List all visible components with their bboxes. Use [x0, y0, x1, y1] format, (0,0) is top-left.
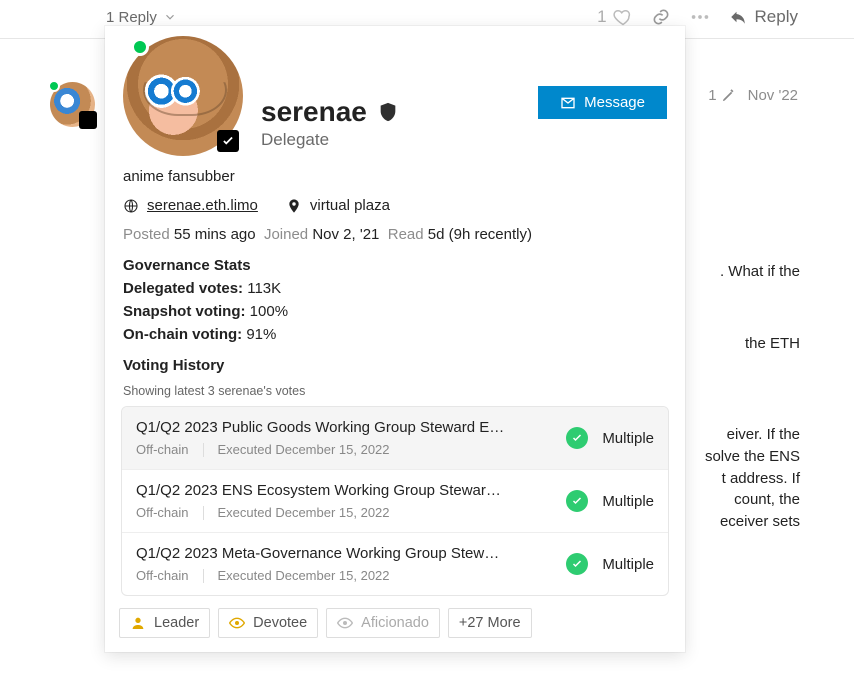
- vote-title: Q1/Q2 2023 Meta-Governance Working Group…: [136, 545, 506, 562]
- badge-more[interactable]: +27 More: [448, 608, 532, 638]
- like-count: 1: [597, 7, 606, 27]
- profile-bio: anime fansubber: [123, 168, 667, 185]
- vote-row[interactable]: Q1/Q2 2023 ENS Ecosystem Working Group S…: [122, 469, 668, 532]
- share-link-button[interactable]: [651, 7, 671, 27]
- vote-type: Multiple: [602, 556, 654, 573]
- post-date[interactable]: Nov '22: [748, 87, 798, 104]
- vote-title: Q1/Q2 2023 Public Goods Working Group St…: [136, 419, 506, 436]
- vote-status: Executed December 15, 2022: [218, 505, 390, 520]
- replies-label: 1 Reply: [106, 9, 157, 26]
- joined-label: Joined: [264, 226, 308, 243]
- user-icon: [130, 615, 146, 631]
- reply-label: Reply: [755, 7, 798, 27]
- vote-row[interactable]: Q1/Q2 2023 Public Goods Working Group St…: [122, 407, 668, 469]
- message-label: Message: [584, 94, 645, 111]
- badge-aficionado[interactable]: Aficionado: [326, 608, 440, 638]
- badge-label: Leader: [154, 615, 199, 631]
- divider: [203, 443, 204, 457]
- message-button[interactable]: Message: [538, 86, 667, 119]
- globe-icon: [123, 198, 139, 214]
- link-icon: [651, 7, 671, 27]
- eye-icon: [229, 615, 245, 631]
- stat-delegated: Delegated votes: 113K: [123, 280, 667, 297]
- like-button[interactable]: 1: [597, 7, 632, 27]
- stat-onchain: On-chain voting: 91%: [123, 326, 667, 343]
- profile-website-link[interactable]: serenae.eth.limo: [147, 197, 258, 214]
- vote-title: Q1/Q2 2023 ENS Ecosystem Working Group S…: [136, 482, 506, 499]
- vote-type: Multiple: [602, 430, 654, 447]
- governance-heading: Governance Stats: [123, 257, 667, 274]
- joined-value: Nov 2, '21: [312, 226, 379, 243]
- posted-value: 55 mins ago: [174, 226, 256, 243]
- reply-icon: [729, 8, 747, 26]
- verified-badge-icon: [217, 130, 239, 152]
- more-button[interactable]: [689, 6, 711, 28]
- replies-toggle[interactable]: 1 Reply: [106, 9, 177, 26]
- shield-icon: [377, 101, 399, 123]
- vote-status: Executed December 15, 2022: [218, 442, 390, 457]
- profile-role: Delegate: [261, 130, 667, 150]
- envelope-icon: [560, 95, 576, 111]
- divider: [203, 569, 204, 583]
- posted-label: Posted: [123, 226, 170, 243]
- votes-hint: Showing latest 3 serenae's votes: [123, 384, 667, 398]
- badge-leader[interactable]: Leader: [119, 608, 210, 638]
- profile-avatar[interactable]: [123, 36, 243, 156]
- badge-devotee[interactable]: Devotee: [218, 608, 318, 638]
- pencil-icon: [721, 88, 736, 103]
- profile-location: virtual plaza: [310, 197, 390, 214]
- presence-indicator-icon: [131, 38, 149, 56]
- check-circle-icon: [566, 490, 588, 512]
- check-circle-icon: [566, 427, 588, 449]
- post-author-avatar[interactable]: [50, 82, 95, 127]
- check-circle-icon: [566, 553, 588, 575]
- edit-history-button[interactable]: 1: [708, 87, 735, 104]
- edit-count: 1: [708, 87, 716, 104]
- profile-username[interactable]: serenae: [261, 96, 367, 128]
- reply-button[interactable]: Reply: [729, 7, 798, 27]
- chevron-down-icon: [163, 10, 177, 24]
- ellipsis-icon: [689, 6, 711, 28]
- verified-badge-icon: [82, 114, 94, 126]
- history-heading: Voting History: [123, 357, 667, 374]
- vote-type: Multiple: [602, 493, 654, 510]
- user-profile-card: serenae Delegate Message anime fansubber…: [105, 26, 685, 652]
- badge-label: Aficionado: [361, 615, 429, 631]
- vote-chain: Off-chain: [136, 505, 189, 520]
- badge-label: +27 More: [459, 615, 521, 631]
- read-value: 5d (9h recently): [428, 226, 532, 243]
- vote-chain: Off-chain: [136, 568, 189, 583]
- location-pin-icon: [286, 198, 302, 214]
- stat-snapshot: Snapshot voting: 100%: [123, 303, 667, 320]
- presence-indicator-icon: [48, 80, 60, 92]
- vote-status: Executed December 15, 2022: [218, 568, 390, 583]
- heart-icon: [613, 7, 633, 27]
- read-label: Read: [388, 226, 424, 243]
- eye-icon: [337, 615, 353, 631]
- badge-label: Devotee: [253, 615, 307, 631]
- vote-chain: Off-chain: [136, 442, 189, 457]
- vote-list: Q1/Q2 2023 Public Goods Working Group St…: [121, 406, 669, 596]
- divider: [203, 506, 204, 520]
- vote-row[interactable]: Q1/Q2 2023 Meta-Governance Working Group…: [122, 532, 668, 595]
